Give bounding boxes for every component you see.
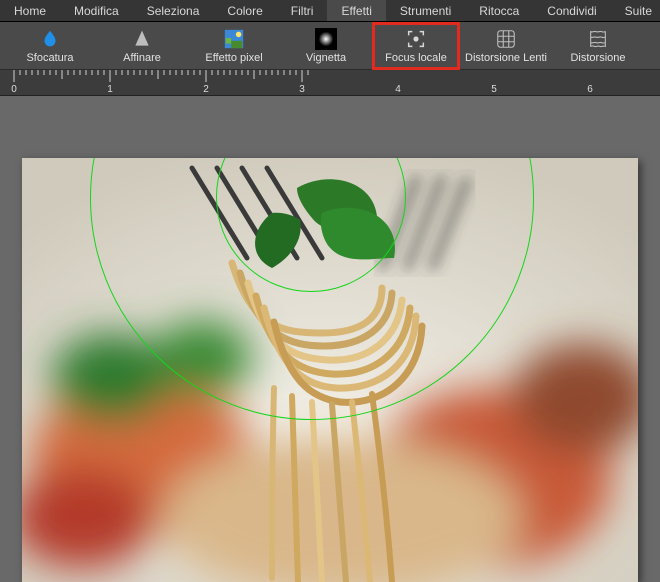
menu-modifica[interactable]: Modifica	[60, 0, 133, 21]
ruler-label: 2	[203, 84, 209, 95]
menu-colore[interactable]: Colore	[213, 0, 276, 21]
ruler-label: 4	[395, 84, 401, 95]
sharpen-icon	[131, 28, 153, 50]
menu-seleziona[interactable]: Seleziona	[133, 0, 214, 21]
ruler-label: 3	[299, 84, 305, 95]
tool-local-focus-label: Focus locale	[385, 52, 447, 64]
tool-pixelate-label: Effetto pixel	[205, 52, 262, 64]
blur-icon	[39, 28, 61, 50]
ruler-label: 5	[491, 84, 497, 95]
pixelate-icon	[223, 28, 245, 50]
menubar: Home Modifica Seleziona Colore Filtri Ef…	[0, 0, 660, 22]
tool-blur[interactable]: Sfocatura	[4, 23, 96, 69]
effects-toolbar: Sfocatura Affinare Effetto pixel Vignet	[0, 22, 660, 70]
menu-condividi[interactable]: Condividi	[533, 0, 610, 21]
menu-suite[interactable]: Suite	[611, 0, 660, 21]
tool-lens-distortion[interactable]: Distorsione Lenti	[460, 23, 552, 69]
tool-vignette[interactable]: Vignetta	[280, 23, 372, 69]
image-canvas[interactable]	[22, 158, 638, 582]
lens-dist-icon	[495, 28, 517, 50]
menu-strumenti[interactable]: Strumenti	[386, 0, 465, 21]
tool-local-focus[interactable]: Focus locale	[372, 22, 460, 70]
ruler-label: 0	[11, 84, 17, 95]
tool-distortion-label: Distorsione	[570, 52, 625, 64]
tool-sharpen-label: Affinare	[123, 52, 161, 64]
ruler-label: 1	[107, 84, 113, 95]
menu-effetti[interactable]: Effetti	[327, 0, 385, 21]
tool-distortion[interactable]: Distorsione	[552, 23, 644, 69]
menu-filtri[interactable]: Filtri	[277, 0, 328, 21]
tool-sharpen[interactable]: Affinare	[96, 23, 188, 69]
tool-lens-distortion-label: Distorsione Lenti	[465, 52, 547, 64]
tool-pixelate[interactable]: Effetto pixel	[188, 23, 280, 69]
ruler-numbers: 0 1 2 3 4 5 6	[10, 84, 660, 96]
menu-ritocca[interactable]: Ritocca	[465, 0, 533, 21]
ruler-label: 6	[587, 84, 593, 95]
vignette-icon	[315, 28, 337, 50]
canvas-image	[22, 158, 638, 582]
horizontal-ruler: 0 1 2 3 4 5 6	[0, 70, 660, 96]
menu-home[interactable]: Home	[0, 0, 60, 21]
local-focus-icon	[405, 28, 427, 50]
distortion-icon	[587, 28, 609, 50]
tool-vignette-label: Vignetta	[306, 52, 346, 64]
tool-blur-label: Sfocatura	[26, 52, 73, 64]
canvas-area	[0, 96, 660, 582]
